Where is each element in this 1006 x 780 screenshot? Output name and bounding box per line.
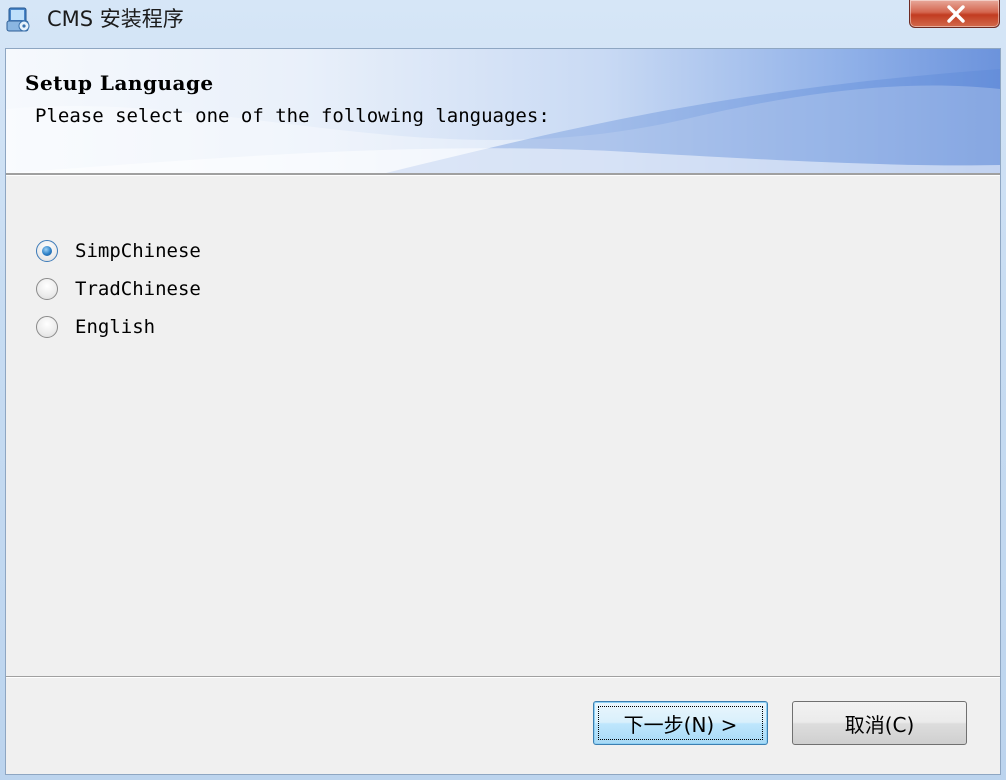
radio-option-simpchinese[interactable]: SimpChinese [36,236,201,266]
radio-button-checked[interactable] [36,240,58,262]
cancel-button-label: 取消(C) [844,712,915,737]
installer-window: CMS 安装程序 Setup Language Please select on… [0,0,1006,780]
cancel-button[interactable]: 取消(C) [792,701,967,745]
header-title: Setup Language [25,71,214,95]
banner-divider [6,173,1000,176]
header-subtitle: Please select one of the following langu… [35,105,550,127]
header-banner: Setup Language Please select one of the … [6,49,1000,173]
close-button[interactable] [909,0,1000,28]
radio-button[interactable] [36,278,58,300]
next-button[interactable]: 下一步(N) > [593,701,768,745]
radio-option-tradchinese[interactable]: TradChinese [36,274,201,304]
radio-label: TradChinese [75,278,201,300]
focus-ring [598,706,763,740]
window-title: CMS 安装程序 [47,7,184,31]
title-bar[interactable]: CMS 安装程序 [0,0,1006,40]
radio-label: English [75,316,156,338]
close-icon [947,5,965,23]
radio-button[interactable] [36,316,58,338]
radio-label: SimpChinese [75,240,201,262]
installer-icon [6,6,32,34]
footer-divider [6,676,1000,678]
radio-option-english[interactable]: English [36,312,155,342]
dialog-client-area: Setup Language Please select one of the … [5,48,1001,775]
